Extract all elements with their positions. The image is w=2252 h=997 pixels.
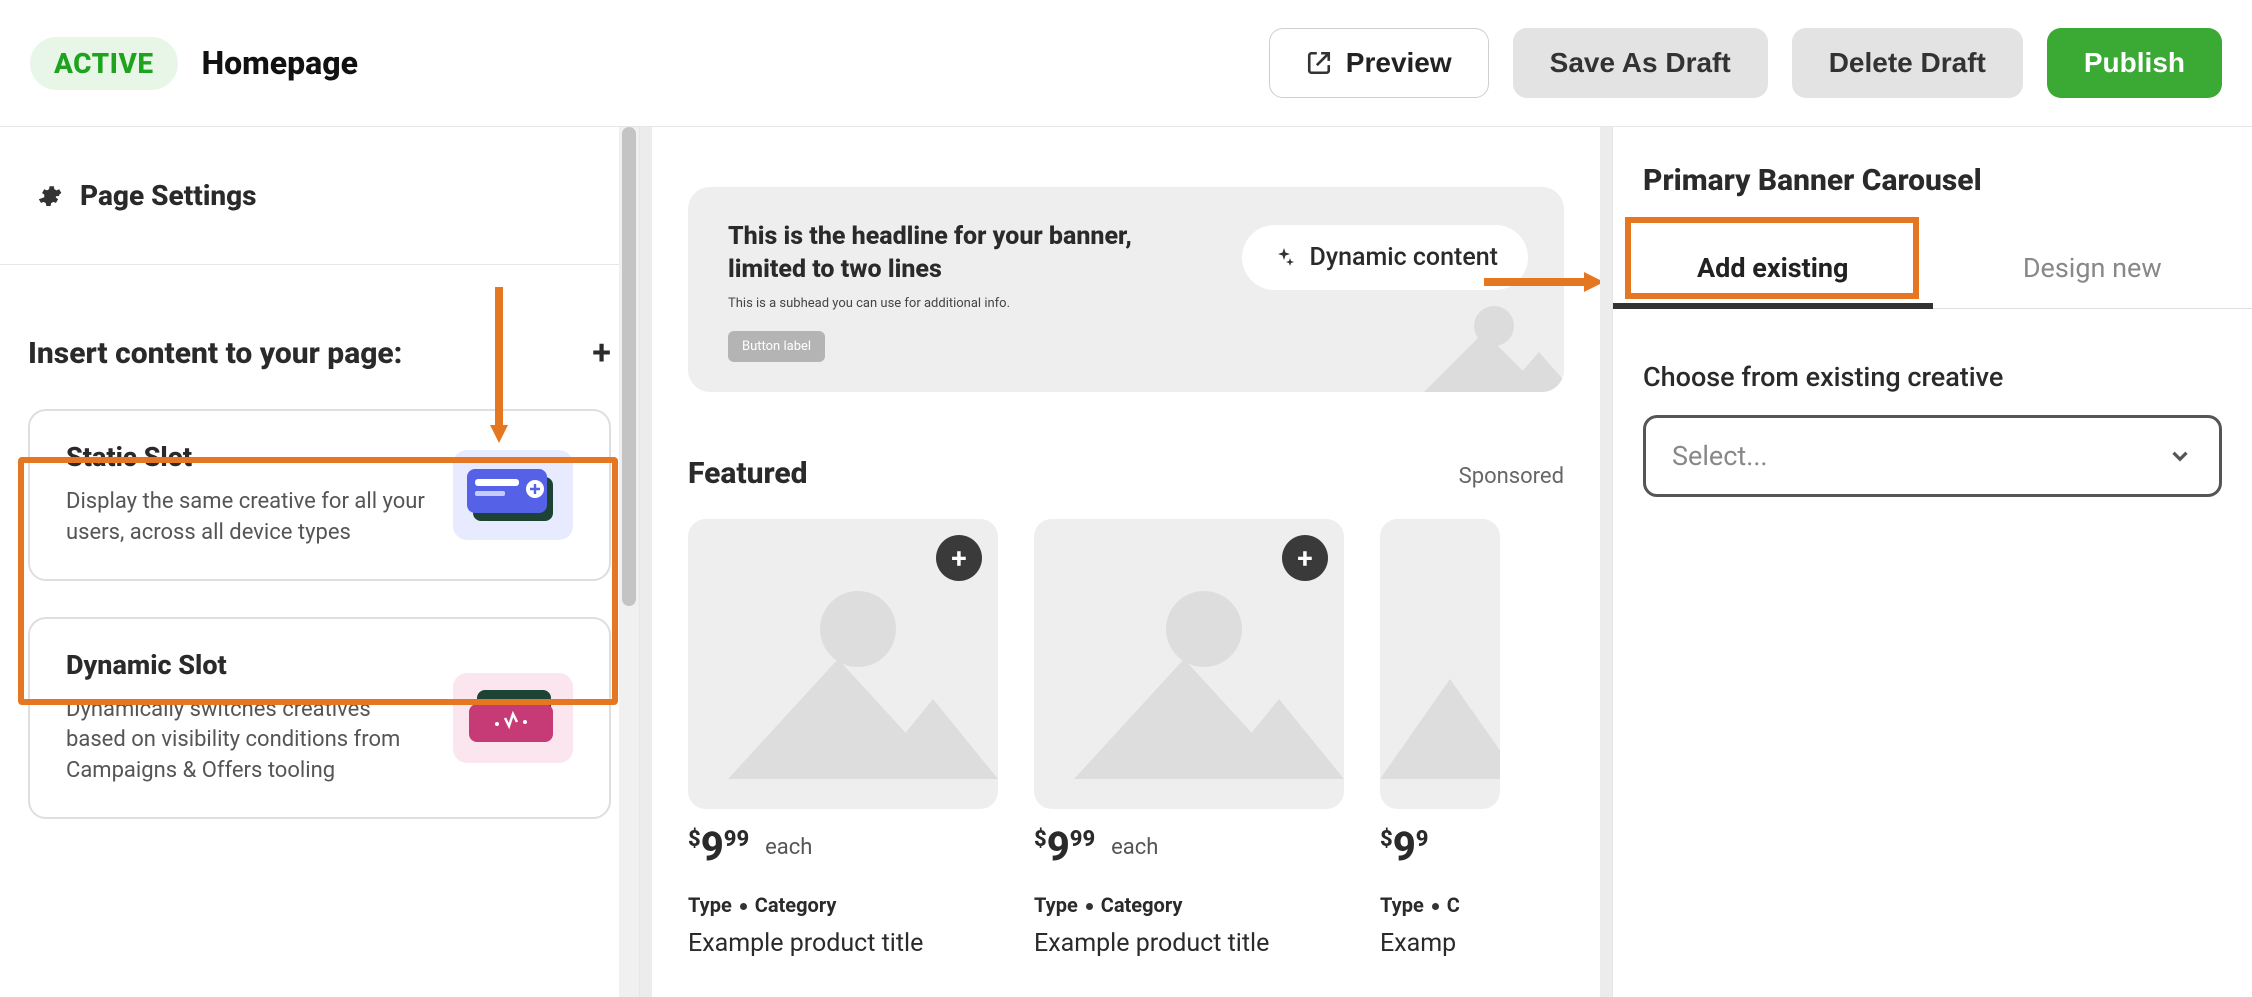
right-panel-title: Primary Banner Carousel (1643, 163, 2222, 198)
static-slot-desc: Display the same creative for all your u… (66, 487, 433, 549)
banner-image-placeholder (1384, 292, 1564, 392)
delete-draft-button[interactable]: Delete Draft (1792, 28, 2023, 98)
status-badge: ACTIVE (30, 37, 178, 90)
static-slot-title: Static Slot (66, 441, 433, 473)
banner-card[interactable]: This is the headline for your banner, li… (688, 187, 1564, 392)
product-title: Example product title (688, 929, 998, 958)
right-panel: Primary Banner Carousel Add existing Des… (1612, 127, 2252, 997)
canvas: This is the headline for your banner, li… (652, 127, 1600, 997)
dynamic-content-label: Dynamic content (1310, 243, 1498, 272)
insert-content-label: Insert content to your page: (28, 336, 402, 371)
publish-button[interactable]: Publish (2047, 28, 2222, 98)
price-cents: 99 (1070, 827, 1095, 852)
static-slot-card[interactable]: Static Slot Display the same creative fo… (28, 409, 611, 581)
preview-button-label: Preview (1346, 47, 1452, 79)
dynamic-slot-card[interactable]: Dynamic Slot Dynamically switches creati… (28, 617, 611, 819)
main-columns: Page Settings Insert content to your pag… (0, 127, 2252, 997)
dynamic-slot-title: Dynamic Slot (66, 649, 433, 681)
dynamic-slot-thumb (453, 673, 573, 763)
sponsored-label: Sponsored (1459, 464, 1564, 489)
product-card[interactable]: + $ 9 99 each Type Category (1034, 519, 1344, 958)
price-unit: each (1111, 835, 1158, 860)
featured-title: Featured (688, 456, 808, 491)
price-currency: $ (1380, 827, 1393, 852)
product-card[interactable]: + $ 9 99 each Type Category (688, 519, 998, 958)
featured-section: Featured Sponsored + $ 9 (688, 456, 1564, 958)
product-title: Examp (1380, 929, 1500, 958)
right-panel-tabs: Add existing Design new (1613, 228, 2252, 309)
product-title: Example product title (1034, 929, 1344, 958)
sparkle-icon (1272, 246, 1296, 270)
product-list: + $ 9 99 each TypeCategory (688, 519, 1564, 958)
sidebar: Page Settings Insert content to your pag… (0, 127, 640, 997)
price-whole: 9 (1047, 827, 1070, 867)
add-content-icon[interactable]: + (592, 333, 611, 373)
tab-add-existing[interactable]: Add existing (1613, 228, 1933, 308)
add-product-button[interactable]: + (936, 535, 982, 581)
product-card[interactable]: $ 9 9 Type C Examp (1380, 519, 1500, 958)
product-price: $ 9 9 (1380, 827, 1428, 867)
add-product-button[interactable]: + (1282, 535, 1328, 581)
page-settings-button[interactable]: Page Settings (0, 127, 639, 265)
dynamic-content-pill[interactable]: Dynamic content (1242, 225, 1528, 290)
product-price: $ 9 99 (688, 827, 749, 867)
choose-existing-label: Choose from existing creative (1643, 361, 2222, 393)
price-unit: each (765, 835, 812, 860)
dynamic-slot-desc: Dynamically switches creatives based on … (66, 695, 433, 787)
creative-select[interactable]: Select... (1643, 415, 2222, 497)
price-cents: 99 (724, 827, 749, 852)
topbar-actions: Preview Save As Draft Delete Draft Publi… (1269, 28, 2222, 98)
product-meta: Type Category (688, 893, 998, 917)
price-whole: 9 (701, 827, 724, 867)
product-category: C (1447, 893, 1460, 917)
product-type: Type (1034, 893, 1078, 917)
topbar: ACTIVE Homepage Preview Save As Draft De… (0, 0, 2252, 127)
product-type: Type (688, 893, 732, 917)
chevron-down-icon (2167, 443, 2193, 469)
page-settings-label: Page Settings (80, 179, 257, 212)
preview-button[interactable]: Preview (1269, 28, 1489, 98)
product-price: $ 9 99 (1034, 827, 1095, 867)
product-category: Category (755, 893, 837, 917)
product-meta: Type C (1380, 893, 1500, 917)
banner-headline: This is the headline for your banner, li… (728, 221, 1148, 286)
product-image-placeholder (1380, 519, 1500, 809)
product-meta: Type Category (1034, 893, 1344, 917)
tab-design-new[interactable]: Design new (1933, 228, 2252, 308)
static-slot-thumb (453, 450, 573, 540)
creative-select-placeholder: Select... (1672, 440, 1768, 472)
gear-icon (36, 183, 62, 209)
save-draft-button[interactable]: Save As Draft (1513, 28, 1768, 98)
price-whole: 9 (1393, 827, 1416, 867)
insert-content-header: Insert content to your page: + (28, 333, 611, 373)
banner-button[interactable]: Button label (728, 331, 825, 362)
price-cents: 9 (1416, 827, 1429, 852)
external-link-icon (1306, 50, 1332, 76)
canvas-wrap: This is the headline for your banner, li… (640, 127, 1612, 997)
scrollbar[interactable] (619, 127, 639, 997)
price-currency: $ (688, 827, 701, 852)
product-category: Category (1101, 893, 1183, 917)
product-image-placeholder: + (1034, 519, 1344, 809)
product-type: Type (1380, 893, 1424, 917)
price-currency: $ (1034, 827, 1047, 852)
page-title: Homepage (202, 44, 1269, 82)
product-image-placeholder: + (688, 519, 998, 809)
tab-underline (1613, 303, 1933, 309)
